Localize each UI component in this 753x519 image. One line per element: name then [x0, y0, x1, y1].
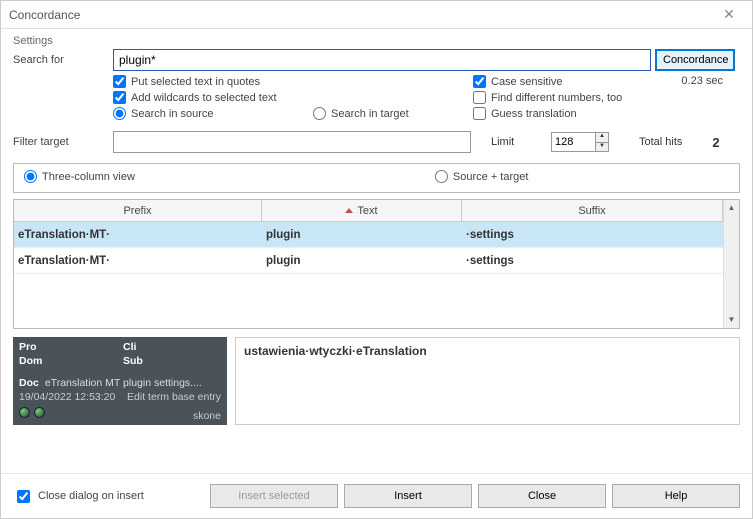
status-dot-icon — [19, 407, 30, 418]
meta-pro-label: Pro — [19, 341, 45, 353]
concordance-button[interactable]: Concordance — [655, 49, 735, 71]
table-row[interactable]: eTranslation·MT· plugin ·settings — [14, 222, 723, 248]
add-wildcards-input[interactable] — [113, 91, 126, 104]
table-scrollbar[interactable]: ▲ ▼ — [723, 200, 739, 328]
search-source-input[interactable] — [113, 107, 126, 120]
limit-label: Limit — [491, 136, 551, 148]
add-wildcards-checkbox[interactable]: Add wildcards to selected text — [113, 91, 313, 104]
total-hits-label: Total hits — [639, 136, 682, 148]
put-quotes-checkbox[interactable]: Put selected text in quotes — [113, 75, 313, 88]
col-suffix-header[interactable]: Suffix — [462, 200, 723, 221]
limit-input[interactable] — [551, 132, 596, 152]
case-sensitive-checkbox[interactable]: Case sensitive — [473, 75, 643, 88]
source-target-input[interactable] — [435, 170, 448, 183]
meta-doc-label: Doc — [19, 377, 39, 389]
source-target-radio[interactable]: Source + target — [435, 170, 529, 183]
cell-text: plugin — [262, 229, 462, 241]
search-target-radio[interactable]: Search in target — [313, 107, 473, 120]
status-dot-icon — [34, 407, 45, 418]
search-for-label: Search for — [13, 54, 113, 66]
scroll-down-icon[interactable]: ▼ — [724, 312, 739, 328]
three-column-radio[interactable]: Three-column view — [24, 170, 135, 183]
insert-button[interactable]: Insert — [344, 484, 472, 508]
close-on-insert-input[interactable] — [17, 490, 30, 503]
results-table: Prefix Text Suffix eTranslation·MT· plug… — [13, 199, 740, 329]
three-column-input[interactable] — [24, 170, 37, 183]
close-on-insert-checkbox[interactable]: Close dialog on insert — [13, 487, 144, 506]
close-button[interactable]: Close — [478, 484, 606, 508]
insert-selected-button[interactable]: Insert selected — [210, 484, 338, 508]
cell-suffix: ·settings — [462, 229, 723, 241]
meta-doc-value: eTranslation MT plugin settings.... — [45, 377, 202, 389]
table-row[interactable]: eTranslation·MT· plugin ·settings — [14, 248, 723, 274]
meta-dom-label: Dom — [19, 355, 45, 367]
spin-down-icon[interactable]: ▼ — [596, 143, 608, 152]
col-prefix-header[interactable]: Prefix — [14, 200, 262, 221]
titlebar: Concordance ✕ — [1, 1, 752, 29]
guess-translation-input[interactable] — [473, 107, 486, 120]
case-sensitive-input[interactable] — [473, 75, 486, 88]
meta-cli-label: Cli — [123, 341, 149, 353]
limit-spinner[interactable]: ▲ ▼ — [595, 132, 609, 152]
filter-target-input[interactable] — [113, 131, 471, 153]
col-text-header[interactable]: Text — [262, 200, 462, 221]
help-button[interactable]: Help — [612, 484, 740, 508]
search-input[interactable] — [113, 49, 651, 71]
meta-action: Edit term base entry — [127, 391, 221, 403]
footer: Close dialog on insert Insert selected I… — [1, 473, 752, 518]
spin-up-icon[interactable]: ▲ — [596, 133, 608, 143]
guess-translation-checkbox[interactable]: Guess translation — [473, 107, 643, 120]
search-target-input[interactable] — [313, 107, 326, 120]
window-title: Concordance — [9, 8, 80, 22]
metadata-panel: Pro Cli Dom Sub Doc eTranslation MT plug… — [13, 337, 227, 425]
find-diff-numbers-checkbox[interactable]: Find different numbers, too — [473, 91, 643, 104]
elapsed-time: 0.23 sec — [681, 75, 723, 87]
total-hits-value: 2 — [712, 135, 719, 150]
scroll-up-icon[interactable]: ▲ — [724, 200, 739, 216]
find-diff-numbers-input[interactable] — [473, 91, 486, 104]
put-quotes-input[interactable] — [113, 75, 126, 88]
translation-text: ustawienia·wtyczki·eTranslation — [244, 344, 427, 358]
filter-target-label: Filter target — [13, 136, 113, 148]
cell-prefix: eTranslation·MT· — [14, 229, 262, 241]
sort-asc-icon — [345, 208, 353, 213]
meta-user: skone — [193, 410, 221, 422]
search-source-radio[interactable]: Search in source — [113, 107, 313, 120]
translation-panel: ustawienia·wtyczki·eTranslation — [235, 337, 740, 425]
close-icon[interactable]: ✕ — [714, 6, 744, 23]
cell-suffix: ·settings — [462, 255, 723, 267]
meta-date: 19/04/2022 12:53:20 — [19, 391, 115, 403]
cell-prefix: eTranslation·MT· — [14, 255, 262, 267]
meta-sub-label: Sub — [123, 355, 149, 367]
settings-label: Settings — [13, 35, 740, 47]
view-mode-row: Three-column view Source + target — [13, 163, 740, 193]
cell-text: plugin — [262, 255, 462, 267]
